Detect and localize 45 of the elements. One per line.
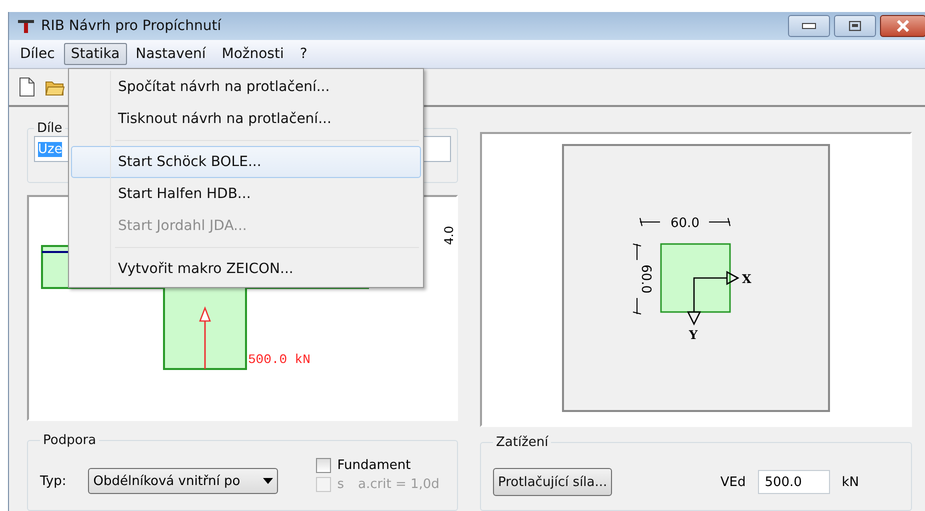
dimension-label: 4.0 <box>442 226 456 245</box>
reinforcement-line <box>42 251 69 253</box>
load-label: 500.0 kN <box>248 352 310 367</box>
window-title: RIB Návrh pro Propíchnutí <box>41 18 222 34</box>
axis-drawing <box>686 270 740 326</box>
type-dropdown[interactable]: Obdélníková vnitřní po <box>88 468 278 494</box>
column-section <box>660 243 731 313</box>
menu-item[interactable]: Dílec <box>13 43 62 65</box>
group-title: Díle <box>36 121 64 136</box>
height-dimension-line <box>632 244 642 314</box>
group-title: Podpora <box>42 433 98 448</box>
input-field[interactable]: 500.0 <box>758 470 830 494</box>
app-icon <box>17 18 35 34</box>
width-label: 60.0 <box>670 216 700 231</box>
checkbox[interactable] <box>316 458 332 473</box>
close-icon <box>896 20 910 32</box>
close-button[interactable] <box>880 15 925 37</box>
checkbox-note: a.crit = 1,0d <box>358 477 440 492</box>
group-title: Zatížení <box>495 435 550 450</box>
checkbox-label: Fundament <box>337 458 411 473</box>
field-label: VEd <box>720 474 746 490</box>
menu-item[interactable]: Tisknout návrh na protlačení... <box>71 103 421 135</box>
minimize-icon <box>802 23 816 29</box>
menu-item[interactable]: Možnosti <box>214 43 291 65</box>
menu-item[interactable]: Nastavení <box>128 43 213 65</box>
height-label: 60.0 <box>638 264 653 294</box>
menu-item[interactable]: ? <box>292 43 314 65</box>
caret-icon <box>263 478 274 484</box>
minimize-button[interactable] <box>788 15 830 37</box>
new-document-icon[interactable] <box>19 77 35 97</box>
axis-y-label: Y <box>689 328 698 342</box>
menu-item[interactable]: Spočítat návrh na protlačení... <box>71 71 421 103</box>
menu-item[interactable]: Start Schöck BOLE... <box>71 146 421 178</box>
maximize-icon <box>849 21 861 31</box>
maximize-button[interactable] <box>834 15 876 37</box>
menu-item[interactable]: Statika <box>64 43 127 65</box>
checkbox-label: s <box>337 477 344 492</box>
field-value: Uze <box>38 142 62 156</box>
axis-x-label: X <box>742 272 752 286</box>
unit-label: kN <box>842 474 859 490</box>
load-arrow <box>199 306 211 369</box>
punching-force-button[interactable]: Protlačující síla... <box>493 468 612 496</box>
field-label: Typ: <box>40 474 66 488</box>
menu-item[interactable]: Start Halfen HDB... <box>71 178 421 210</box>
menu-item[interactable]: Vytvořit makro ZEICON... <box>71 253 421 285</box>
